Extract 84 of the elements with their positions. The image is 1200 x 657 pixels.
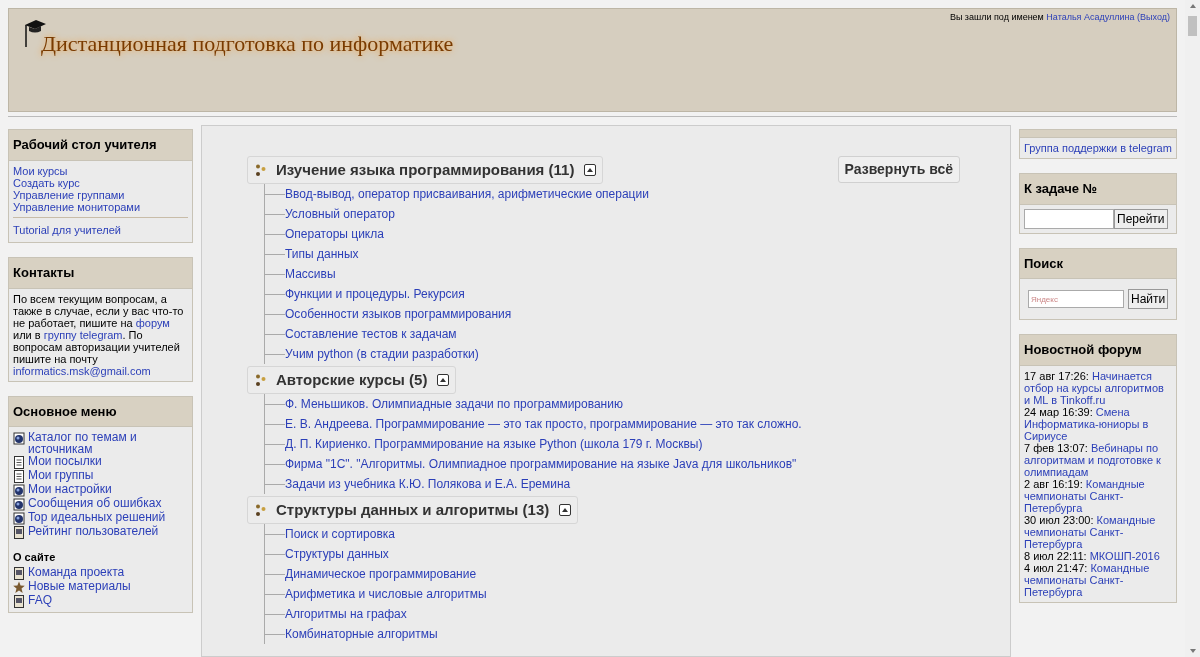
news-item[interactable]: 30 июл 23:00: Командные чемпионаты Санкт-Петербурга [1024, 513, 1172, 550]
about-heading: О сайте [13, 550, 57, 565]
block-title: Основное меню [9, 396, 192, 427]
tutorial-link[interactable]: Tutorial для учителей [13, 223, 121, 236]
course-link[interactable]: Условный оператор [285, 205, 395, 223]
course-link[interactable]: Поиск и сортировка [285, 525, 395, 543]
teacher-link[interactable]: Создать курс [13, 176, 80, 189]
task-number-field[interactable] [1024, 208, 1114, 229]
globe-icon [13, 498, 25, 511]
teacher-link[interactable]: Управление мониторами [13, 200, 141, 213]
document-icon [13, 470, 25, 483]
news-item[interactable]: 24 мар 16:39: Смена Информатика-юниоры в Сириусе [1024, 405, 1172, 442]
course-link[interactable]: Динамическое программирование [285, 565, 477, 583]
category-header[interactable]: Авторские курсы (5) [247, 366, 457, 394]
course-link[interactable]: Ввод-вывод, оператор присваивания, арифметические операции [285, 185, 649, 203]
globe-icon [13, 432, 25, 445]
star-icon [13, 580, 25, 594]
go-button[interactable]: Перейти [1114, 208, 1168, 229]
course-link[interactable]: Ф. Меньшиков. Олимпиадные задачи по программированию [285, 395, 623, 413]
contact-link[interactable]: форум [135, 316, 170, 329]
site-title: Дистанционная подготовка по информатике [41, 30, 454, 58]
teacher-link[interactable]: Управление группами [13, 188, 125, 201]
category-icon [255, 163, 266, 177]
support-link[interactable]: Группа поддержки в telegram [1024, 142, 1172, 154]
block-title: Новостной форум [1020, 335, 1176, 366]
category-icon [255, 373, 266, 387]
globe-icon [13, 512, 25, 525]
category-header[interactable]: Изучение языка программирования (11) [247, 156, 604, 184]
course-link[interactable]: Типы данных [285, 245, 359, 263]
news-item[interactable]: 2 авг 16:19: Командные чемпионаты Санкт-Петербурга [1024, 477, 1172, 514]
course-link[interactable]: Операторы цикла [285, 225, 384, 243]
search-button[interactable]: Найти [1128, 289, 1169, 309]
expand-all-button[interactable]: Развернуть всё [837, 156, 960, 183]
course-link[interactable]: Арифметика и числовые алгоритмы [285, 585, 487, 603]
menu-link[interactable]: Top идеальных решений [28, 511, 166, 523]
course-link[interactable]: Алгоритмы на графах [285, 605, 407, 623]
course-link[interactable]: Комбинаторные алгоритмы [285, 625, 438, 643]
block-title: Поиск [1020, 248, 1176, 279]
contacts-text: По всем текущим вопросам, а также в случае, если у вас что-то не работает, пишите на форум или в группу telegram. По вопросам авторизации учителей пишите на почту informatics.msk@gmail.com [13, 292, 185, 377]
course-link[interactable]: Массивы [285, 265, 336, 283]
login-info: Вы зашли под именем Наталья Асадуллина (Выход) [949, 11, 1170, 24]
course-link[interactable]: Структуры данных [285, 545, 389, 563]
user-link[interactable]: Наталья Асадуллина [1046, 12, 1135, 22]
course-link[interactable]: Е. В. Андреева. Программирование — это так просто, программирование — это так сложно. [285, 415, 802, 433]
collapse-icon[interactable] [584, 164, 597, 176]
teacher-link[interactable]: Мои курсы [13, 164, 68, 177]
block-title: Контакты [9, 258, 192, 289]
course-link[interactable]: Задачи из учебника К.Ю. Полякова и Е.А. Еремина [285, 475, 571, 493]
category-icon [255, 503, 266, 517]
news-item[interactable]: 4 июл 21:47: Командные чемпионаты Санкт-Петербурга [1024, 561, 1172, 598]
page-icon [13, 566, 25, 580]
menu-link[interactable]: Мои группы [28, 469, 94, 481]
course-link[interactable]: Учим python (в стадии разработки) [285, 345, 479, 363]
collapse-icon[interactable] [437, 374, 450, 386]
logout-link[interactable]: (Выход) [1137, 12, 1170, 22]
menu-link[interactable]: Новые материалы [28, 579, 131, 592]
menu-link[interactable]: Мои настройки [28, 483, 112, 495]
scroll-down-icon[interactable] [1188, 647, 1197, 655]
menu-link[interactable]: Рейтинг пользователей [28, 525, 159, 537]
search-field[interactable]: Яндекс [1028, 290, 1124, 308]
news-item[interactable]: 8 июл 22:11: МКОШП-2016 [1024, 549, 1172, 562]
menu-link[interactable]: FAQ [28, 593, 52, 606]
news-item[interactable]: 7 фев 13:07: Вебинары по алгоритмам и подготовке к олимпиадам [1024, 441, 1172, 478]
course-link[interactable]: Фирма "1С". "Алгоритмы. Олимпиадное программирование на языке Java для школьников" [285, 455, 797, 473]
course-link[interactable]: Функции и процедуры. Рекурсия [285, 285, 465, 303]
menu-link[interactable]: Мои посылки [28, 455, 102, 467]
scroll-up-icon[interactable] [1188, 2, 1197, 10]
contact-link[interactable]: informatics.msk@gmail.com [13, 364, 151, 377]
scroll-thumb[interactable] [1188, 16, 1197, 36]
menu-link[interactable]: Команда проекта [28, 565, 125, 578]
page-icon [13, 594, 25, 608]
block-title: Рабочий стол учителя [9, 130, 192, 161]
page-icon [13, 526, 25, 539]
collapse-icon[interactable] [559, 504, 572, 516]
course-link[interactable]: Д. П. Кириенко. Программирование на языке Python (школа 179 г. Москвы) [285, 435, 703, 453]
course-link[interactable]: Особенности языков программирования [285, 305, 512, 323]
course-link[interactable]: Составление тестов к задачам [285, 325, 457, 343]
category-header[interactable]: Структуры данных и алгоритмы (13) [247, 496, 579, 524]
menu-link[interactable]: Сообщения об ошибках [28, 497, 162, 509]
menu-link[interactable]: Каталог по темам и источникам [28, 431, 188, 455]
globe-icon [13, 484, 25, 497]
block-title: К задаче № [1020, 174, 1176, 205]
news-item[interactable]: 17 авг 17:26: Начинается отбор на курсы алгоритмов и ML в Tinkoff.ru [1024, 369, 1172, 406]
document-icon [13, 456, 25, 469]
